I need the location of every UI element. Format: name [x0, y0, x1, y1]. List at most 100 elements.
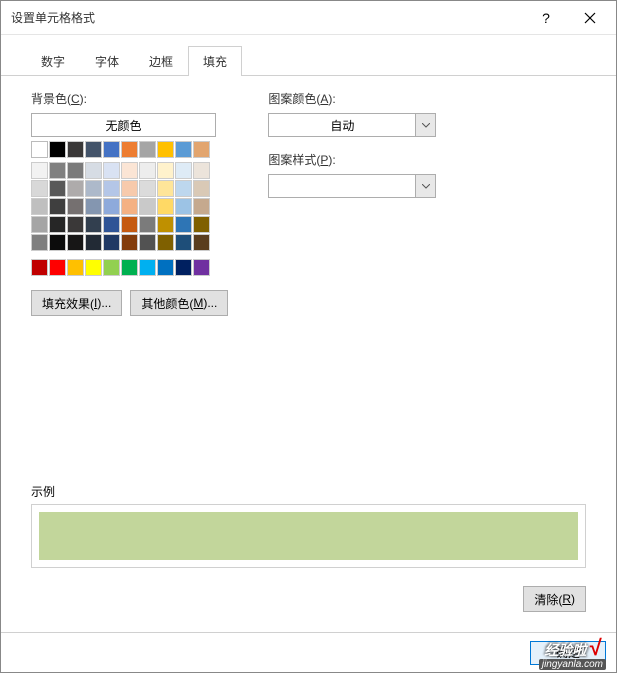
- pattern-style-label: 图案样式(P):: [268, 151, 586, 168]
- color-swatch[interactable]: [85, 259, 102, 276]
- color-swatch[interactable]: [193, 198, 210, 215]
- color-swatch[interactable]: [67, 216, 84, 233]
- dialog-title: 设置单元格格式: [11, 9, 524, 26]
- example-preview-swatch: [39, 512, 578, 560]
- color-swatch[interactable]: [139, 234, 156, 251]
- color-swatch[interactable]: [121, 216, 138, 233]
- help-icon: ?: [542, 10, 550, 26]
- background-color-label: 背景色(C):: [31, 90, 228, 107]
- chevron-down-icon: [415, 175, 435, 197]
- tab-bar: 数字字体边框填充: [1, 35, 616, 76]
- color-swatch[interactable]: [175, 162, 192, 179]
- color-swatch[interactable]: [193, 162, 210, 179]
- color-swatch[interactable]: [121, 162, 138, 179]
- color-swatch[interactable]: [85, 198, 102, 215]
- color-swatch[interactable]: [193, 180, 210, 197]
- tab-字体[interactable]: 字体: [80, 46, 134, 76]
- color-swatch[interactable]: [157, 198, 174, 215]
- color-swatch[interactable]: [139, 162, 156, 179]
- color-swatch[interactable]: [139, 180, 156, 197]
- color-swatch[interactable]: [175, 180, 192, 197]
- color-swatch[interactable]: [85, 180, 102, 197]
- color-swatch[interactable]: [49, 259, 66, 276]
- color-swatch[interactable]: [67, 162, 84, 179]
- color-swatch[interactable]: [49, 162, 66, 179]
- color-swatch[interactable]: [49, 198, 66, 215]
- color-swatch[interactable]: [121, 259, 138, 276]
- close-button[interactable]: [568, 3, 612, 33]
- color-swatch[interactable]: [49, 216, 66, 233]
- color-swatch[interactable]: [67, 259, 84, 276]
- color-swatch[interactable]: [31, 259, 48, 276]
- color-swatch[interactable]: [121, 180, 138, 197]
- color-swatch[interactable]: [85, 141, 102, 158]
- color-swatch[interactable]: [103, 141, 120, 158]
- color-swatch[interactable]: [157, 162, 174, 179]
- color-swatch[interactable]: [157, 216, 174, 233]
- tab-数字[interactable]: 数字: [26, 46, 80, 76]
- color-swatch[interactable]: [175, 234, 192, 251]
- color-swatch[interactable]: [175, 259, 192, 276]
- color-swatch[interactable]: [31, 198, 48, 215]
- color-swatch[interactable]: [49, 234, 66, 251]
- color-swatch[interactable]: [139, 198, 156, 215]
- ok-button[interactable]: 确定: [530, 641, 606, 665]
- color-swatch[interactable]: [157, 180, 174, 197]
- color-swatch[interactable]: [175, 141, 192, 158]
- color-swatch[interactable]: [193, 216, 210, 233]
- pattern-color-select[interactable]: 自动: [268, 113, 436, 137]
- format-cells-dialog: 设置单元格格式 ? 数字字体边框填充 背景色(C): 无颜色 填充效果(I)..…: [0, 0, 617, 673]
- tab-填充[interactable]: 填充: [188, 46, 242, 76]
- example-section: 示例 清除(R): [31, 483, 586, 632]
- color-swatch[interactable]: [193, 141, 210, 158]
- help-button[interactable]: ?: [524, 3, 568, 33]
- color-swatch[interactable]: [103, 216, 120, 233]
- clear-row: 清除(R): [31, 586, 586, 612]
- color-swatch[interactable]: [49, 141, 66, 158]
- color-swatch[interactable]: [67, 180, 84, 197]
- color-swatch[interactable]: [31, 180, 48, 197]
- top-section: 背景色(C): 无颜色 填充效果(I)... 其他颜色(M)...: [31, 90, 586, 316]
- color-swatch[interactable]: [31, 234, 48, 251]
- color-swatch[interactable]: [103, 162, 120, 179]
- standard-color-row: [31, 259, 228, 276]
- color-swatch[interactable]: [193, 259, 210, 276]
- chevron-down-icon: [415, 114, 435, 136]
- color-swatch[interactable]: [31, 162, 48, 179]
- pattern-style-select[interactable]: [268, 174, 436, 198]
- color-swatch[interactable]: [157, 141, 174, 158]
- color-swatch[interactable]: [121, 234, 138, 251]
- color-swatch[interactable]: [103, 234, 120, 251]
- color-swatch[interactable]: [85, 234, 102, 251]
- color-swatch[interactable]: [121, 141, 138, 158]
- color-swatch[interactable]: [175, 198, 192, 215]
- color-swatch[interactable]: [85, 216, 102, 233]
- color-swatch[interactable]: [67, 141, 84, 158]
- color-swatch[interactable]: [103, 198, 120, 215]
- color-swatch[interactable]: [139, 259, 156, 276]
- more-colors-button[interactable]: 其他颜色(M)...: [130, 290, 228, 316]
- tab-边框[interactable]: 边框: [134, 46, 188, 76]
- pattern-color-value: 自动: [269, 117, 415, 134]
- color-swatch[interactable]: [103, 259, 120, 276]
- color-swatch[interactable]: [67, 234, 84, 251]
- color-swatch[interactable]: [139, 216, 156, 233]
- no-color-label: 无颜色: [105, 117, 141, 134]
- color-swatch[interactable]: [193, 234, 210, 251]
- color-swatch[interactable]: [139, 141, 156, 158]
- color-swatch[interactable]: [103, 180, 120, 197]
- ok-label: 确定: [556, 644, 580, 661]
- fill-effects-button[interactable]: 填充效果(I)...: [31, 290, 122, 316]
- example-preview-box: [31, 504, 586, 568]
- color-swatch[interactable]: [157, 234, 174, 251]
- color-swatch[interactable]: [67, 198, 84, 215]
- color-swatch[interactable]: [85, 162, 102, 179]
- color-swatch[interactable]: [157, 259, 174, 276]
- color-swatch[interactable]: [31, 141, 48, 158]
- clear-button[interactable]: 清除(R): [523, 586, 586, 612]
- no-color-button[interactable]: 无颜色: [31, 113, 216, 137]
- color-swatch[interactable]: [49, 180, 66, 197]
- color-swatch[interactable]: [31, 216, 48, 233]
- color-swatch[interactable]: [121, 198, 138, 215]
- color-swatch[interactable]: [175, 216, 192, 233]
